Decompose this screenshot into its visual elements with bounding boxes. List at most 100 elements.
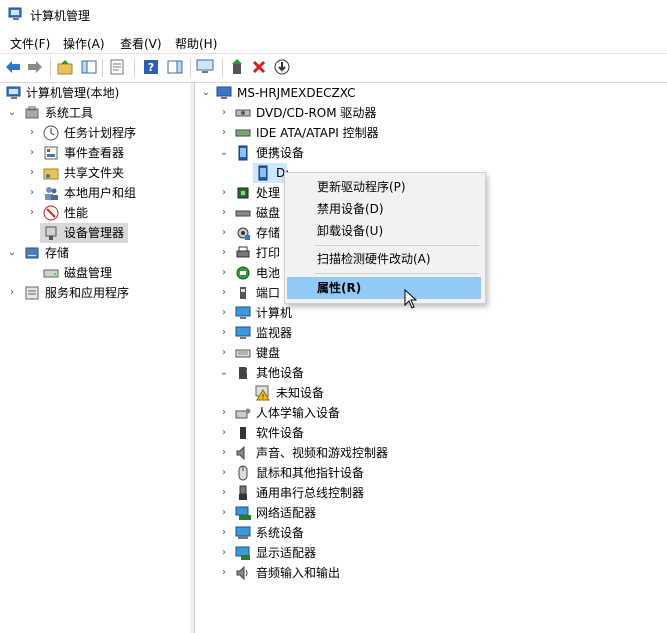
chevron-right-icon[interactable]: › [219, 303, 229, 323]
tree-performance[interactable]: › 性能 [0, 203, 190, 223]
device-disk-label: 磁盘 [256, 206, 281, 220]
chevron-right-icon[interactable]: › [219, 283, 229, 303]
tree-shared-folders[interactable]: › 共享文件夹 [0, 163, 190, 183]
chevron-right-icon[interactable]: › [219, 503, 229, 523]
device-hid-label: 人体学输入设备 [256, 406, 341, 420]
device-system-label: 系统设备 [256, 526, 305, 540]
battery-icon [236, 266, 250, 280]
forward-icon[interactable] [26, 58, 44, 76]
network-adapter-icon [235, 506, 251, 520]
device-audio-io[interactable]: › 音频输入和输出 [195, 563, 665, 583]
chevron-right-icon[interactable]: › [27, 183, 37, 203]
up-folder-icon[interactable] [56, 58, 74, 76]
chevron-right-icon[interactable]: › [27, 143, 37, 163]
chevron-right-icon[interactable]: › [219, 203, 229, 223]
chevron-down-icon[interactable]: ⌄ [7, 243, 17, 263]
chevron-down-icon[interactable]: ⌄ [201, 83, 211, 103]
device-sound[interactable]: › 声音、视频和游戏控制器 [195, 443, 665, 463]
tree-services-apps[interactable]: › 服务和应用程序 [0, 283, 190, 303]
chevron-right-icon[interactable]: › [219, 343, 229, 363]
device-display[interactable]: › 显示适配器 [195, 543, 665, 563]
menu-update-driver[interactable]: 更新驱动程序(P) [285, 176, 483, 198]
show-hide-tree-icon[interactable] [80, 58, 98, 76]
chevron-right-icon[interactable]: › [219, 423, 229, 443]
chevron-right-icon[interactable]: › [219, 223, 229, 243]
device-hid[interactable]: › 人体学输入设备 [195, 403, 665, 423]
monitor-icon [235, 326, 251, 339]
chevron-right-icon[interactable]: › [219, 263, 229, 283]
device-root[interactable]: ⌄ MS-HRJMEXDECZXC [195, 83, 665, 103]
uninstall-icon[interactable] [250, 58, 268, 76]
device-monitors-label: 监视器 [256, 326, 293, 340]
chevron-right-icon[interactable]: › [219, 243, 229, 263]
view-icon[interactable] [166, 58, 184, 76]
menu-uninstall-device-label: 卸载设备(U) [317, 224, 384, 238]
device-other[interactable]: ⌄ ? 其他设备 [195, 363, 665, 383]
portable-device-icon [258, 165, 268, 181]
device-network[interactable]: › 网络适配器 [195, 503, 665, 523]
monitor-icon[interactable] [196, 58, 214, 76]
device-root-label: MS-HRJMEXDECZXC [237, 86, 356, 100]
toolbar: ? [0, 53, 667, 83]
help-icon[interactable]: ? [142, 58, 160, 76]
menu-view[interactable]: 查看(V) [120, 35, 162, 52]
menu-help[interactable]: 帮助(H) [175, 35, 217, 52]
chevron-right-icon[interactable]: › [27, 163, 37, 183]
device-software[interactable]: › 软件设备 [195, 423, 665, 443]
tree-task-scheduler[interactable]: › 任务计划程序 [0, 123, 190, 143]
device-usb[interactable]: › 通用串行总线控制器 [195, 483, 665, 503]
menu-disable-device[interactable]: 禁用设备(D) [285, 198, 483, 220]
device-ide[interactable]: › IDE ATA/ATAPI 控制器 [195, 123, 665, 143]
chevron-down-icon[interactable]: ⌄ [7, 103, 17, 123]
update-driver-icon[interactable] [228, 58, 246, 76]
tree-local-users[interactable]: › 本地用户和组 [0, 183, 190, 203]
menu-file[interactable]: 文件(F) [10, 35, 50, 52]
device-dvd[interactable]: › DVD/CD-ROM 驱动器 [195, 103, 665, 123]
tree-event-viewer-label: 事件查看器 [64, 146, 125, 160]
tree-storage-label: 存储 [45, 246, 70, 260]
svg-text:!: ! [262, 393, 265, 401]
device-monitors[interactable]: › 监视器 [195, 323, 665, 343]
chevron-right-icon[interactable]: › [219, 463, 229, 483]
device-keyboard[interactable]: › 键盘 [195, 343, 665, 363]
back-icon[interactable] [4, 58, 22, 76]
chevron-down-icon[interactable]: ⌄ [219, 143, 229, 163]
menu-properties[interactable]: 属性(R) [287, 277, 481, 299]
system-device-icon [235, 526, 251, 539]
menu-scan-hardware[interactable]: 扫描检测硬件改动(A) [285, 248, 483, 270]
hid-icon [235, 408, 251, 419]
chevron-down-icon[interactable]: ⌄ [219, 363, 229, 383]
disable-icon[interactable] [273, 58, 291, 76]
chevron-right-icon[interactable]: › [219, 543, 229, 563]
device-unknown[interactable]: ! 未知设备 [195, 383, 665, 403]
computer-management-icon [6, 86, 21, 99]
menu-uninstall-device[interactable]: 卸载设备(U) [285, 220, 483, 242]
chevron-right-icon[interactable]: › [219, 323, 229, 343]
tree-root[interactable]: 计算机管理(本地) [0, 83, 190, 103]
chevron-right-icon[interactable]: › [7, 283, 17, 303]
chevron-right-icon[interactable]: › [219, 103, 229, 123]
tree-disk-management[interactable]: 磁盘管理 [0, 263, 190, 283]
properties-icon[interactable] [108, 58, 126, 76]
device-portable[interactable]: ⌄ 便携设备 [195, 143, 665, 163]
chevron-right-icon[interactable]: › [219, 563, 229, 583]
chevron-right-icon[interactable]: › [27, 123, 37, 143]
chevron-right-icon[interactable]: › [219, 123, 229, 143]
menu-action[interactable]: 操作(A) [63, 35, 105, 52]
chevron-right-icon[interactable]: › [219, 523, 229, 543]
chevron-right-icon[interactable]: › [219, 483, 229, 503]
device-mouse[interactable]: › 鼠标和其他指针设备 [195, 463, 665, 483]
chevron-right-icon[interactable]: › [219, 403, 229, 423]
tree-storage[interactable]: ⌄ 存储 [0, 243, 190, 263]
chevron-right-icon[interactable]: › [219, 443, 229, 463]
device-system[interactable]: › 系统设备 [195, 523, 665, 543]
services-icon [25, 286, 39, 300]
tree-device-manager[interactable]: 设备管理器 [0, 223, 190, 243]
chevron-right-icon[interactable]: › [219, 183, 229, 203]
chevron-right-icon[interactable]: › [27, 203, 37, 223]
tree-system-tools[interactable]: ⌄ 系统工具 [0, 103, 190, 123]
tools-icon [25, 106, 39, 119]
tree-event-viewer[interactable]: › 事件查看器 [0, 143, 190, 163]
disk-drive-icon [235, 210, 251, 217]
device-computer[interactable]: › 计算机 [195, 303, 665, 323]
